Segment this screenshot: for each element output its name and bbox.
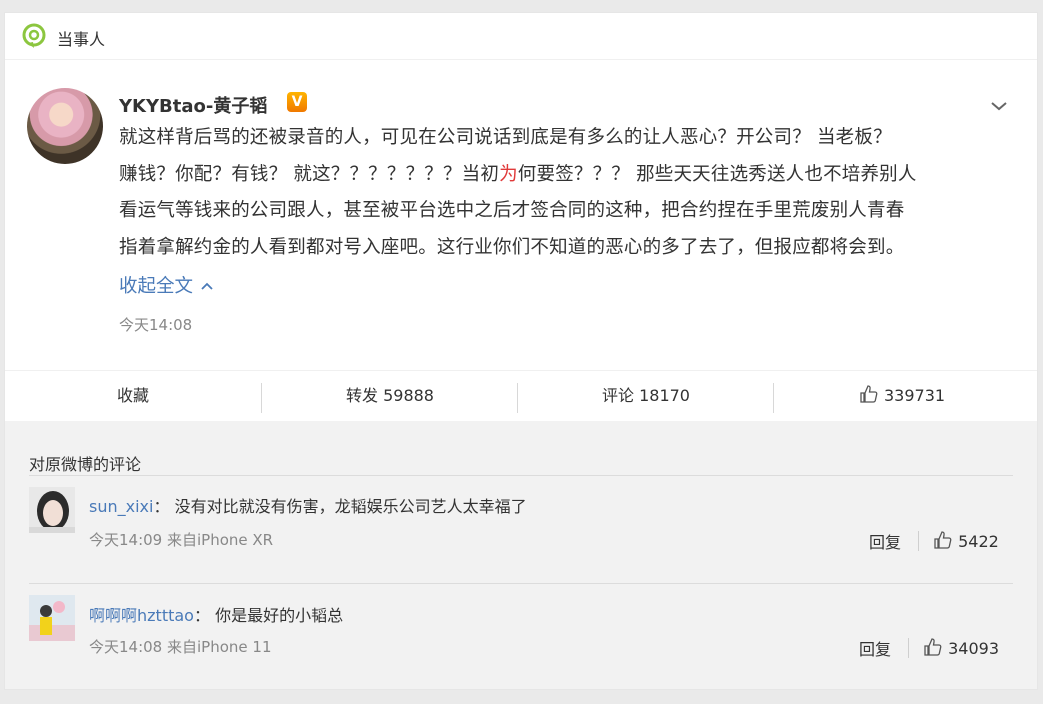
collapse-label: 收起全文 bbox=[119, 276, 194, 297]
post-content: 就这样背后骂的还被录音的人，可见在公司说话到底是有多么的让人恶心？开公司？ 当老… bbox=[119, 120, 1019, 266]
verified-badge-icon: V bbox=[287, 92, 307, 112]
like-button[interactable]: 339731 bbox=[774, 371, 1030, 421]
comment-username[interactable]: sun_xixi bbox=[89, 497, 153, 516]
comment-like-button[interactable]: 34093 bbox=[923, 637, 999, 658]
like-count: 339731 bbox=[884, 386, 946, 405]
comment-like-count: 34093 bbox=[948, 639, 999, 658]
comment-username[interactable]: 啊啊啊hztttao bbox=[89, 606, 194, 625]
post-line: 就这样背后骂的还被录音的人，可见在公司说话到底是有多么的让人恶心？开公司？ 当老… bbox=[119, 127, 892, 148]
comment-avatar[interactable] bbox=[29, 487, 75, 533]
location-pin-icon bbox=[22, 23, 46, 48]
post-line: 看运气等钱来的公司跟人，甚至被平台选中之后才签合同的这种，把合约捏在手里荒废别人… bbox=[119, 200, 905, 221]
comment-like-count: 5422 bbox=[958, 532, 999, 551]
comment-button[interactable]: 评论 18170 bbox=[518, 371, 774, 421]
comments-title: 对原微博的评论 bbox=[29, 455, 142, 474]
repost-label: 转发 59888 bbox=[346, 386, 434, 405]
comment-meta: 今天14:08 来自iPhone 11 bbox=[89, 638, 272, 656]
favorite-button[interactable]: 收藏 bbox=[5, 371, 261, 421]
post: YKYBtao-黄子韬 V 就这样背后骂的还被录音的人，可见在公司说话到底是有多… bbox=[5, 60, 1037, 370]
post-time: 今天14:08 bbox=[119, 316, 193, 334]
comment-like-button[interactable]: 5422 bbox=[933, 530, 999, 551]
divider bbox=[918, 531, 919, 551]
thumbs-up-icon bbox=[934, 531, 952, 549]
comment-text-row: 啊啊啊hztttao： 你是最好的小韬总 bbox=[89, 602, 343, 626]
divider bbox=[908, 638, 909, 658]
divider bbox=[29, 583, 1013, 584]
chevron-down-icon[interactable] bbox=[989, 96, 1009, 116]
comment-meta: 今天14:09 来自iPhone XR bbox=[89, 531, 274, 549]
post-text: 赚钱？你配？有钱？ 就这？？？？？？？当初 bbox=[119, 163, 500, 185]
comment-body: 没有对比就没有伤害，龙韬娱乐公司艺人太幸福了 bbox=[174, 497, 527, 516]
divider bbox=[29, 475, 1013, 476]
comments-section: 对原微博的评论 sun_xixi： 没有对比就没有伤害，龙韬娱乐公司艺人太幸福了… bbox=[5, 421, 1037, 689]
repost-button[interactable]: 转发 59888 bbox=[262, 371, 518, 421]
comment-text-row: sun_xixi： 没有对比就没有伤害，龙韬娱乐公司艺人太幸福了 bbox=[89, 493, 527, 517]
post-username[interactable]: YKYBtao-黄子韬 bbox=[119, 92, 267, 118]
weibo-card: 当事人 YKYBtao-黄子韬 V 就这样背后骂的还被录音的人，可见在公司说话到… bbox=[4, 12, 1038, 690]
post-line: 赚钱？你配？有钱？ 就这？？？？？？？当初为何要签？？？ 那些天天往选秀送人也不… bbox=[119, 157, 1019, 194]
comment-colon: ： bbox=[193, 606, 210, 625]
section-title: 当事人 bbox=[57, 30, 106, 49]
thumbs-up-icon bbox=[860, 385, 878, 403]
collapse-text-link[interactable]: 收起全文 bbox=[119, 272, 215, 298]
comment-avatar[interactable] bbox=[29, 595, 75, 641]
reply-button[interactable]: 回复 bbox=[859, 636, 891, 660]
card-header: 当事人 bbox=[5, 13, 1037, 60]
comment-body: 你是最好的小韬总 bbox=[215, 606, 344, 625]
reply-button[interactable]: 回复 bbox=[869, 529, 901, 553]
post-text: 何要签？？？ 那些天天往选秀送人也不培养别人 bbox=[517, 163, 917, 185]
post-line: 指着拿解约金的人看到都对号入座吧。这行业你们不知道的恶心的多了去了，但报应都将会… bbox=[119, 236, 905, 258]
favorite-label: 收藏 bbox=[116, 386, 149, 405]
post-text-highlight: 为 bbox=[499, 163, 518, 185]
comment-colon: ： bbox=[153, 497, 170, 516]
action-bar: 收藏 转发 59888 评论 18170 339731 bbox=[5, 370, 1037, 421]
comment-label: 评论 18170 bbox=[602, 386, 690, 405]
chevron-up-icon bbox=[201, 282, 213, 290]
user-avatar[interactable] bbox=[27, 88, 103, 164]
thumbs-up-icon bbox=[924, 638, 942, 656]
